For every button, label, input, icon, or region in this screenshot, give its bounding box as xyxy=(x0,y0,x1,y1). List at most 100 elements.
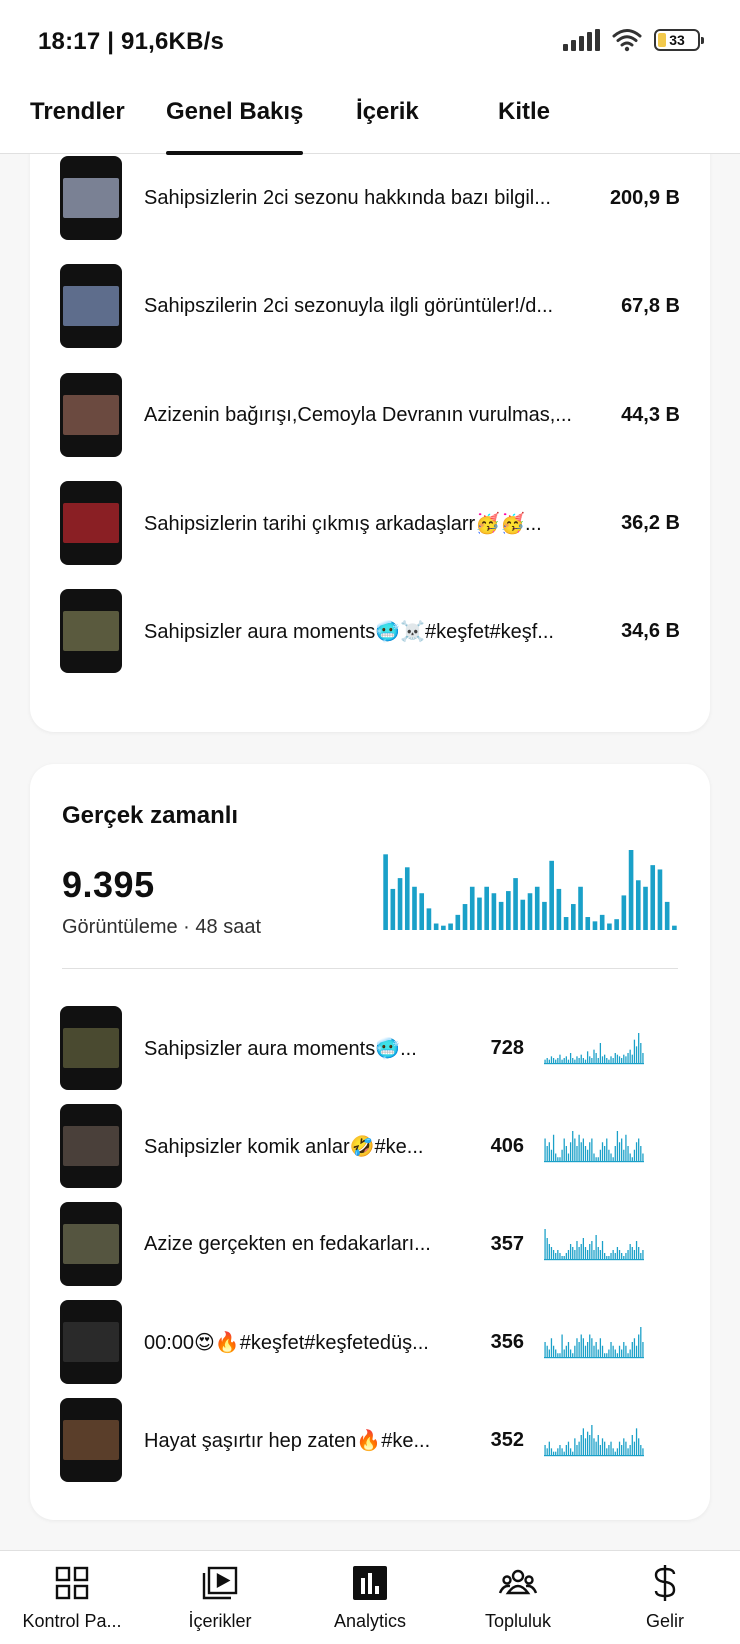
spark-bar xyxy=(544,1138,546,1161)
spark-bar xyxy=(552,1058,555,1063)
spark-bar xyxy=(604,1146,606,1161)
spark-bar xyxy=(633,1441,636,1455)
video-thumbnail xyxy=(60,1300,122,1384)
realtime-sparkline xyxy=(544,1327,644,1359)
nav-analytics[interactable]: Analytics xyxy=(295,1565,445,1632)
nav-content-label: İçerikler xyxy=(188,1611,252,1631)
tab-genel-bakis[interactable]: Genel Bakış xyxy=(166,94,304,155)
divider xyxy=(62,968,678,969)
nav-revenue[interactable]: Gelir xyxy=(590,1565,740,1632)
spark-bar xyxy=(561,1059,563,1063)
spark-bar xyxy=(569,1053,572,1063)
spark-bar xyxy=(593,1345,595,1357)
video-thumbnail xyxy=(60,156,122,240)
spark-bar xyxy=(640,1146,642,1161)
video-title: 00:00😍🔥#keşfet#keşfetedüş... xyxy=(144,1331,429,1354)
nav-content[interactable]: İçerikler xyxy=(145,1565,295,1632)
spark-bar xyxy=(625,1253,627,1259)
tab-bar: Trendler Genel Bakış İçerik Kitle xyxy=(0,82,740,155)
spark-bar xyxy=(559,1445,561,1455)
video-title: Sahipsizler komik anlar🤣#ke... xyxy=(144,1135,424,1158)
realtime-row[interactable]: Azize gerçekten en fedakarları... 357 xyxy=(60,1202,680,1286)
spark-bar xyxy=(591,1338,593,1357)
realtime-bar xyxy=(672,925,677,930)
video-thumbnail xyxy=(60,1202,122,1286)
status-bar: 18:17 | 91,6KB/s 33 xyxy=(0,0,740,82)
spark-bar xyxy=(544,1342,546,1357)
spark-bar xyxy=(599,1445,602,1455)
realtime-bar xyxy=(664,901,670,930)
realtime-bar xyxy=(614,919,619,930)
spark-bar xyxy=(572,1131,574,1161)
realtime-bar xyxy=(585,917,591,930)
view-count: 67,8 B xyxy=(621,294,680,317)
realtime-bar xyxy=(534,886,540,930)
top-content-row[interactable]: Azizenin bağırışı,Cemoyla Devranın vurul… xyxy=(60,373,680,457)
spark-bar xyxy=(597,1058,599,1063)
spark-bar xyxy=(616,1247,619,1259)
realtime-bar xyxy=(397,878,403,930)
spark-bar xyxy=(631,1342,633,1357)
spark-bar xyxy=(552,1134,555,1161)
spark-bar xyxy=(544,1059,546,1063)
spark-bar xyxy=(578,1247,580,1259)
spark-bar xyxy=(612,1345,614,1357)
spark-bar xyxy=(586,1342,589,1357)
realtime-bar xyxy=(419,893,425,930)
spark-bar xyxy=(608,1059,610,1063)
realtime-bar xyxy=(542,901,547,930)
spark-bar xyxy=(614,1253,616,1259)
spark-bar xyxy=(597,1435,599,1455)
realtime-row[interactable]: 00:00😍🔥#keşfet#keşfetedüş... 356 xyxy=(60,1300,680,1384)
top-content-row[interactable]: Sahipsizlerin tarihi çıkmış arkadaşlarr🥳… xyxy=(60,481,680,565)
tab-kitle[interactable]: Kitle xyxy=(498,94,550,154)
realtime-row[interactable]: Hayat şaşırtır hep zaten🔥#ke... 352 xyxy=(60,1398,680,1482)
spark-bar xyxy=(576,1338,578,1357)
spark-bar xyxy=(601,1056,604,1063)
spark-bar xyxy=(601,1142,604,1161)
realtime-bar xyxy=(506,891,511,930)
tab-icerik[interactable]: İçerik xyxy=(356,94,419,154)
realtime-bar-chart[interactable] xyxy=(382,848,678,930)
signal-icon xyxy=(563,29,600,51)
community-icon xyxy=(498,1569,538,1595)
top-content-row[interactable]: Sahipszilerin 2ci sezonuyla ilgli görünt… xyxy=(60,264,680,348)
spark-bar xyxy=(576,1241,578,1259)
spark-bar xyxy=(582,1428,584,1455)
spark-bar xyxy=(552,1345,555,1357)
spark-bar xyxy=(580,1435,582,1455)
realtime-bar xyxy=(599,914,605,930)
spark-bar xyxy=(546,1146,548,1161)
spark-bar xyxy=(616,1131,619,1161)
spark-bar xyxy=(584,1247,587,1259)
realtime-bar xyxy=(549,860,554,930)
realtime-row[interactable]: Sahipsizler aura moments🥶... 728 xyxy=(60,1006,680,1090)
nav-community[interactable]: Topluluk xyxy=(443,1565,593,1632)
video-thumbnail xyxy=(60,589,122,673)
spark-bar xyxy=(559,1253,561,1259)
spark-bar xyxy=(638,1438,640,1455)
spark-bar xyxy=(631,1435,633,1455)
view-count: 36,2 B xyxy=(621,511,680,534)
spark-bar xyxy=(550,1448,553,1455)
spark-bar xyxy=(642,1153,644,1161)
realtime-bar xyxy=(563,917,569,930)
spark-bar xyxy=(606,1448,608,1455)
realtime-row[interactable]: Sahipsizler komik anlar🤣#ke... 406 xyxy=(60,1104,680,1188)
spark-bar xyxy=(563,1256,565,1259)
nav-revenue-label: Gelir xyxy=(645,1611,684,1631)
tab-trendler[interactable]: Trendler xyxy=(30,94,125,154)
spark-bar xyxy=(642,1448,644,1455)
spark-bar xyxy=(631,1157,633,1161)
spark-bar xyxy=(606,1256,608,1259)
top-content-row[interactable]: Sahipsizlerin 2ci sezonu hakkında bazı b… xyxy=(60,156,680,240)
top-content-row[interactable]: Sahipsizler aura moments🥶☠️#keşfet#keşf.… xyxy=(60,589,680,673)
realtime-sparkline xyxy=(544,1229,644,1261)
nav-dashboard[interactable]: Kontrol Pa... xyxy=(0,1565,147,1632)
spark-bar xyxy=(635,1046,638,1063)
content-icon xyxy=(202,1566,238,1600)
video-thumbnail xyxy=(60,1398,122,1482)
spark-bar xyxy=(563,1138,565,1161)
spark-bar xyxy=(557,1250,559,1259)
spark-bar xyxy=(640,1327,642,1357)
